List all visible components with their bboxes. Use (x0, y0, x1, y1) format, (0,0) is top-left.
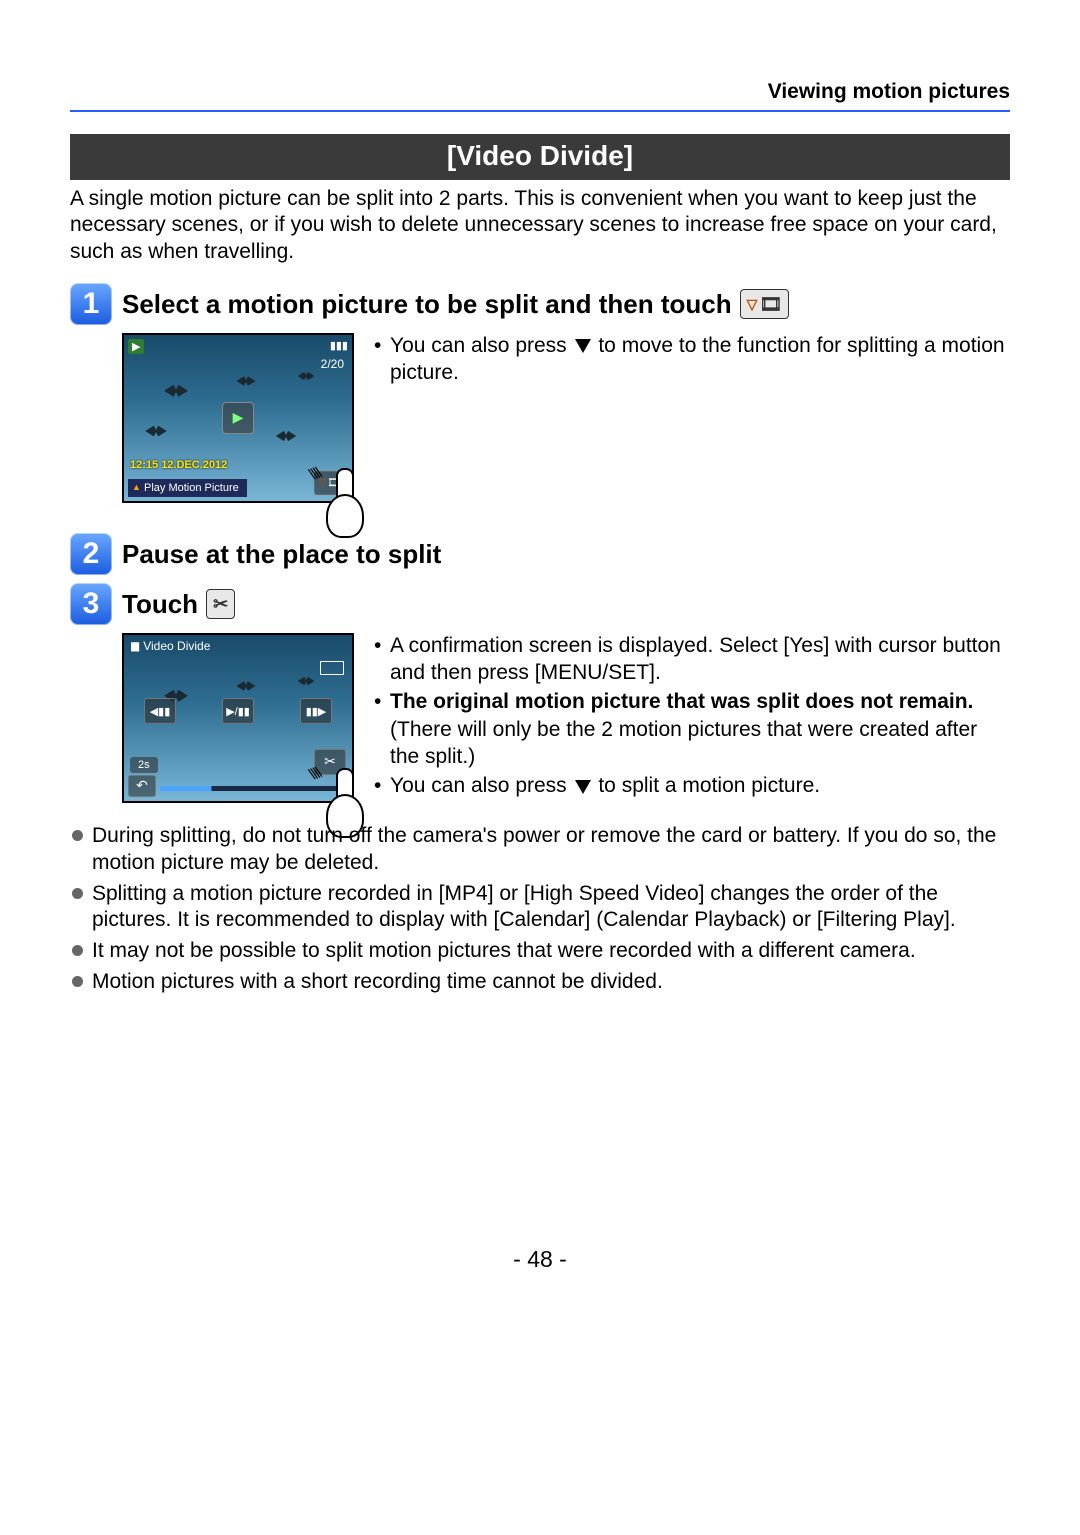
step-3-notes: A confirmation screen is displayed. Sele… (374, 633, 1010, 803)
down-arrow-icon (575, 780, 591, 794)
step-1-title-text: Select a motion picture to be split and … (122, 283, 732, 325)
elapsed-time: 2s (130, 757, 158, 773)
step-1-number: 1 (70, 283, 112, 325)
page-number: - 48 - (70, 1246, 1010, 1273)
play-button[interactable]: ▶ (222, 402, 254, 434)
step-3-thumbnail: ▮▮Video Divide ◀▮▮ ▶/▮▮ ▮▮▶ 2s ✂ ↶ \\\\ (122, 633, 354, 803)
play-motion-picture-label: Play Motion Picture (128, 479, 247, 497)
note-3: It may not be possible to split motion p… (70, 938, 1010, 965)
touch-hand-icon: \\\\ (316, 468, 374, 538)
down-arrow-icon (575, 339, 591, 353)
step-1-bullet-a: You can also press (390, 334, 573, 357)
step-1-notes: You can also press to move to the functi… (374, 333, 1010, 503)
step-1-bullet: You can also press to move to the functi… (374, 333, 1010, 387)
rec-mode-badge: ▶ (128, 339, 144, 354)
step-3-body: ▮▮Video Divide ◀▮▮ ▶/▮▮ ▮▮▶ 2s ✂ ↶ \\\\ … (122, 633, 1010, 803)
step-3-bullet-2-sub: (There will only be the 2 motion picture… (374, 717, 1010, 771)
image-counter: 2/20 (321, 357, 344, 371)
step-2-header: 2 Pause at the place to split (70, 533, 1010, 575)
manual-page: Viewing motion pictures [Video Divide] A… (0, 0, 1080, 1303)
divide-screen-title: ▮▮Video Divide (130, 639, 210, 653)
header-rule (70, 110, 1010, 112)
step-3-bullet-3a: You can also press (390, 774, 573, 797)
note-4: Motion pictures with a short recording t… (70, 969, 1010, 996)
step-1-thumbnail: ▶ ▮▮▮ 2/20 ▶ 12:15 12.DEC.2012 Play Moti… (122, 333, 354, 503)
split-touch-icon: ▽🎞 (740, 289, 790, 319)
intro-paragraph: A single motion picture can be split int… (70, 186, 1010, 265)
page-title: [Video Divide] (70, 134, 1010, 180)
step-3-title: Touch ✂ (122, 583, 235, 625)
back-button[interactable]: ↶ (128, 775, 156, 797)
timestamp-overlay: 12:15 12.DEC.2012 (130, 459, 227, 471)
note-1: During splitting, do not turn off the ca… (70, 823, 1010, 877)
step-3-bullet-3b: to split a motion picture. (593, 774, 821, 797)
scissors-icon: ✂ (206, 589, 235, 619)
frame-back-button[interactable]: ◀▮▮ (144, 698, 176, 724)
step-1-body: ▶ ▮▮▮ 2/20 ▶ 12:15 12.DEC.2012 Play Moti… (122, 333, 1010, 503)
step-1-title: Select a motion picture to be split and … (122, 283, 789, 325)
step-3-bullet-3: You can also press to split a motion pic… (374, 773, 1010, 800)
battery-icon (320, 661, 344, 675)
frame-fwd-button[interactable]: ▮▮▶ (300, 698, 332, 724)
step-1-header: 1 Select a motion picture to be split an… (70, 283, 1010, 325)
step-3-header: 3 Touch ✂ (70, 583, 1010, 625)
step-3-title-text: Touch (122, 583, 198, 625)
battery-icon: ▮▮▮ (330, 339, 348, 354)
step-3-bullet-1: A confirmation screen is displayed. Sele… (374, 633, 1010, 687)
note-2: Splitting a motion picture recorded in [… (70, 881, 1010, 935)
step-3-number: 3 (70, 583, 112, 625)
footnotes: During splitting, do not turn off the ca… (70, 823, 1010, 996)
play-pause-button[interactable]: ▶/▮▮ (222, 698, 254, 724)
step-2-number: 2 (70, 533, 112, 575)
step-2-title: Pause at the place to split (122, 533, 441, 575)
section-header: Viewing motion pictures (70, 80, 1010, 104)
step-3-bullet-2: The original motion picture that was spl… (374, 689, 1010, 716)
